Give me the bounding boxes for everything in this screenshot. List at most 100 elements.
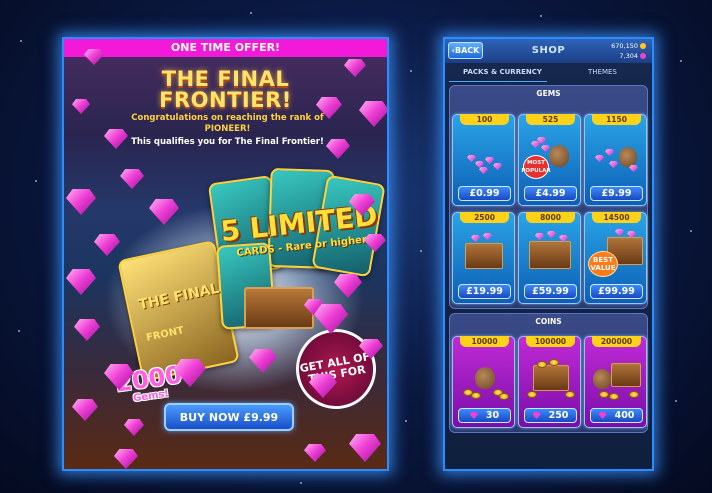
pack-price: 400 xyxy=(590,408,643,423)
badge-line2: VALUE xyxy=(590,264,616,272)
gem-icon xyxy=(326,139,350,159)
pack-amount: 8000 xyxy=(526,212,575,223)
pack-amount: 100000 xyxy=(526,336,575,347)
coin-icon xyxy=(629,391,639,398)
coins-section-title: COINS xyxy=(535,317,562,326)
gem-icon xyxy=(598,412,607,419)
shop-header: ‹BACK SHOP 670,150 7,304 xyxy=(445,39,652,63)
gem-icon xyxy=(114,449,138,469)
pack-price: £0.99 xyxy=(458,186,511,201)
gem-pack-8000[interactable]: 8000 £59.99 xyxy=(518,212,581,304)
gem-icon xyxy=(72,99,90,114)
gem-icon xyxy=(84,49,104,65)
gem-icon xyxy=(304,444,326,462)
gems-section-title: GEMS xyxy=(536,89,561,98)
coin-icon xyxy=(640,43,646,49)
coin-icon xyxy=(471,392,481,399)
gem-icon xyxy=(535,233,544,240)
coin-chest-icon xyxy=(533,365,569,391)
pack-price-value: 250 xyxy=(548,410,569,421)
coin-icon xyxy=(549,359,559,366)
coin-chest-icon xyxy=(611,363,641,387)
gem-icon xyxy=(493,163,502,170)
most-popular-badge: MOST POPULAR xyxy=(521,155,551,179)
badge-line1: BEST xyxy=(593,256,613,264)
gem-icon xyxy=(124,419,144,436)
pack-amount: 14500 xyxy=(592,212,641,223)
gem-icon xyxy=(615,229,624,236)
gem-icon xyxy=(547,231,556,238)
pack-amount: 200000 xyxy=(592,336,641,347)
coins-balance-value: 670,150 xyxy=(611,42,638,50)
gem-pack-2500[interactable]: 2500 £19.99 xyxy=(452,212,515,304)
coins-balance: 670,150 xyxy=(611,42,646,50)
active-tab-indicator xyxy=(449,81,547,82)
gem-pack-14500[interactable]: 14500 BEST VALUE £99.99 xyxy=(584,212,647,304)
pack-price: £19.99 xyxy=(458,284,511,299)
gem-icon xyxy=(349,434,381,462)
gems-balance-value: 7,304 xyxy=(619,52,638,60)
gem-icon xyxy=(541,145,550,152)
pack-price-value: 400 xyxy=(614,410,635,421)
pack-price: 250 xyxy=(524,408,577,423)
gem-icon xyxy=(485,157,494,164)
pack-amount: 525 xyxy=(526,114,575,125)
tab-themes[interactable]: THEMES xyxy=(588,68,617,76)
gem-icon xyxy=(467,155,476,162)
gem-chest-icon xyxy=(465,243,503,269)
coin-pack-200000[interactable]: 200000 400 xyxy=(584,336,647,428)
pack-price: £59.99 xyxy=(524,284,577,299)
gem-icon xyxy=(479,167,488,174)
pack-amount: 100 xyxy=(460,114,509,125)
offer-title-line1: THE FINAL xyxy=(161,67,290,91)
tab-packs-currency[interactable]: PACKS & CURRENCY xyxy=(463,68,542,76)
gem-icon xyxy=(120,169,144,189)
coin-bag-icon xyxy=(475,367,495,389)
gem-bag-icon xyxy=(549,145,569,167)
pack-amount: 1150 xyxy=(592,114,641,125)
shop-tabs: PACKS & CURRENCY THEMES xyxy=(445,65,652,81)
coin-pack-10000[interactable]: 10000 30 xyxy=(452,336,515,428)
gem-chest-icon xyxy=(529,241,571,269)
gem-bag-icon xyxy=(619,147,637,167)
gem-pack-100[interactable]: 100 £0.99 xyxy=(452,114,515,206)
gem-icon xyxy=(595,155,604,162)
pack-amount: 10000 xyxy=(460,336,509,347)
gems-section: GEMS 100 £0.99 525 MOST POPULAR £4.99 115… xyxy=(449,85,648,309)
gem-icon xyxy=(629,165,638,172)
pack-price: £9.99 xyxy=(590,186,643,201)
gem-icon xyxy=(640,53,646,59)
gem-icon xyxy=(469,412,478,419)
coin-bag-icon xyxy=(593,369,611,389)
coin-icon xyxy=(537,361,547,368)
coin-pack-100000[interactable]: 100000 250 xyxy=(518,336,581,428)
one-time-offer-panel: ONE TIME OFFER! THE FINAL FRONTIER! Cong… xyxy=(62,37,389,471)
pack-amount: 2500 xyxy=(460,212,509,223)
coins-section: COINS 10000 30 100000 250 200000 400 xyxy=(449,313,648,433)
gems-balance: 7,304 xyxy=(619,52,646,60)
best-value-badge: BEST VALUE xyxy=(588,251,618,277)
pack-price: £99.99 xyxy=(590,284,643,299)
coin-icon xyxy=(499,393,509,400)
shop-panel: ‹BACK SHOP 670,150 7,304 PACKS & CURRENC… xyxy=(443,37,654,471)
gem-icon xyxy=(483,233,492,240)
gem-icon xyxy=(475,161,484,168)
coin-icon xyxy=(599,391,609,398)
badge-line1: MOST xyxy=(527,160,545,166)
pack-price: 30 xyxy=(458,408,511,423)
gem-icon xyxy=(74,319,100,341)
gem-icon xyxy=(66,269,96,295)
buy-now-button[interactable]: BUY NOW £9.99 xyxy=(164,403,294,431)
offer-banner: ONE TIME OFFER! xyxy=(64,39,387,57)
gem-icon xyxy=(532,412,541,419)
gem-icon xyxy=(72,399,98,421)
gem-icon xyxy=(471,235,480,242)
coin-icon xyxy=(565,391,575,398)
gem-icon xyxy=(531,141,540,148)
gem-pack-525[interactable]: 525 MOST POPULAR £4.99 xyxy=(518,114,581,206)
pack-price-value: 30 xyxy=(485,410,500,421)
gem-pack-1150[interactable]: 1150 £9.99 xyxy=(584,114,647,206)
coin-icon xyxy=(609,393,619,400)
treasure-chest-icon xyxy=(244,287,314,329)
coin-icon xyxy=(527,391,537,398)
